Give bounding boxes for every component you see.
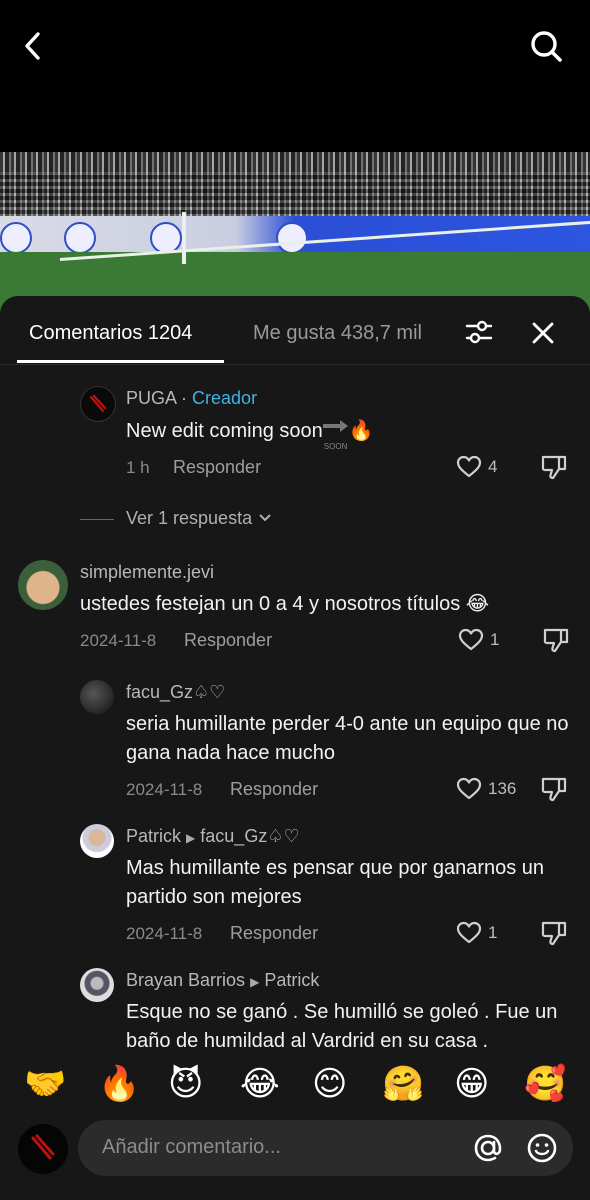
filter-icon[interactable] — [462, 316, 496, 350]
reply-button[interactable]: Responder — [173, 457, 261, 478]
chevron-down-icon — [259, 514, 271, 522]
avatar[interactable] — [80, 680, 114, 714]
username-text[interactable]: Patrick — [126, 826, 181, 846]
dislike-icon[interactable] — [540, 919, 570, 949]
emoji-button[interactable]: 😁 — [454, 1064, 489, 1104]
creator-badge: Creador — [192, 388, 258, 408]
like-button[interactable]: 136 — [456, 775, 526, 805]
comment-time: 2024-11-8 — [126, 780, 203, 799]
comment-username[interactable]: Patrick ▶ facu_Gz♤♡ — [126, 826, 300, 847]
reply-button[interactable]: Responder — [230, 779, 318, 800]
dislike-icon[interactable] — [542, 626, 572, 656]
emoji-button[interactable]: 😊 — [312, 1064, 347, 1104]
soon-label: SOON — [323, 442, 348, 451]
reply-arrow-icon: ▶ — [186, 831, 196, 845]
like-button[interactable]: 4 — [456, 453, 526, 483]
reply-to-username[interactable]: Patrick — [264, 970, 319, 990]
comment-username[interactable]: simplemente.jevi — [80, 562, 214, 583]
like-count: 4 — [488, 457, 498, 476]
reply-to-username[interactable]: facu_Gz♤♡ — [200, 826, 299, 846]
comment-time: 1 h — [126, 458, 150, 477]
close-icon[interactable] — [526, 316, 560, 350]
heart-icon — [456, 455, 482, 478]
top-bar — [0, 0, 590, 152]
comment-text-content: New edit coming soon — [126, 420, 323, 442]
avatar[interactable] — [80, 386, 116, 422]
search-icon[interactable] — [526, 26, 566, 66]
heart-icon — [456, 777, 482, 800]
emoji-button[interactable]: 🔥 — [98, 1064, 140, 1104]
video-preview[interactable] — [0, 152, 590, 312]
comment-text: New edit coming soon SOON 🔥 — [126, 417, 566, 451]
emoji-button[interactable]: 🤝 — [24, 1064, 66, 1104]
fire-emoji: 🔥 — [348, 420, 374, 442]
username-text[interactable]: PUGA — [126, 388, 176, 408]
avatar[interactable] — [18, 560, 68, 610]
comment-time: 2024-11-8 — [126, 924, 203, 943]
comment-text: seria humillante perder 4-0 ante un equi… — [126, 713, 569, 764]
emoji-button[interactable]: 🥰 — [524, 1064, 566, 1104]
emoji-button[interactable]: 😂 — [240, 1064, 280, 1104]
hp-logo — [64, 222, 96, 254]
reply-arrow-icon: ▶ — [250, 975, 260, 989]
like-count: 1 — [490, 630, 500, 649]
corner-flag — [182, 212, 186, 264]
tab-bar: Comentarios 1204 Me gusta 438,7 mil — [0, 296, 590, 365]
avatar[interactable] — [18, 1124, 68, 1174]
divider — [80, 519, 114, 520]
dislike-icon[interactable] — [540, 775, 570, 805]
avatar[interactable] — [80, 968, 114, 1002]
like-count: 136 — [488, 779, 517, 798]
hp-logo — [276, 222, 308, 254]
heart-icon — [456, 921, 482, 944]
heart-icon — [458, 628, 484, 651]
comment-input-bar: Añadir comentario... — [0, 1120, 590, 1200]
tab-underline — [17, 360, 224, 363]
tab-likes[interactable]: Me gusta 438,7 mil — [253, 322, 443, 345]
soon-arrow-emoji: SOON — [322, 419, 349, 451]
separator: · — [176, 388, 193, 408]
view-replies-text[interactable]: Ver 1 respuesta — [126, 508, 252, 528]
emoji-button[interactable]: 🤗 — [382, 1064, 424, 1104]
at-icon[interactable] — [470, 1130, 506, 1166]
back-icon[interactable] — [16, 28, 52, 64]
comment-text: ustedes festejan un 0 a 4 y nosotros tít… — [80, 593, 490, 615]
username-text[interactable]: Brayan Barrios — [126, 970, 245, 990]
comment-text: Esque no se ganó . Se humilló se goleó .… — [126, 1001, 558, 1052]
emoji-quick-bar: 🤝 🔥 😈 😂 😊 🤗 😁 🥰 — [0, 1056, 590, 1120]
comment-input-placeholder[interactable]: Añadir comentario... — [102, 1136, 281, 1159]
comment-text: Mas humillante es pensar que por ganarno… — [126, 857, 545, 908]
tab-comments[interactable]: Comentarios 1204 — [29, 322, 192, 345]
comment-username[interactable]: PUGA · Creador — [126, 388, 257, 409]
hp-logo — [0, 222, 32, 254]
comment-input[interactable]: Añadir comentario... — [78, 1120, 573, 1176]
like-count: 1 — [488, 923, 498, 942]
emoji-button[interactable]: 😈 — [168, 1064, 203, 1104]
like-button[interactable]: 1 — [458, 626, 528, 656]
smile-icon[interactable] — [524, 1130, 560, 1166]
avatar[interactable] — [80, 824, 114, 858]
reply-button[interactable]: Responder — [230, 923, 318, 944]
comment-username[interactable]: Brayan Barrios ▶ Patrick — [126, 970, 319, 991]
dislike-icon[interactable] — [540, 453, 570, 483]
view-replies-label[interactable]: Ver 1 respuesta — [126, 508, 273, 529]
comment-time: 2024-11-8 — [80, 631, 157, 650]
like-button[interactable]: 1 — [456, 919, 526, 949]
comment-username[interactable]: facu_Gz♤♡ — [126, 682, 225, 703]
reply-button[interactable]: Responder — [184, 630, 272, 651]
comments-sheet: Comentarios 1204 Me gusta 438,7 mil PUGA… — [0, 296, 590, 1200]
